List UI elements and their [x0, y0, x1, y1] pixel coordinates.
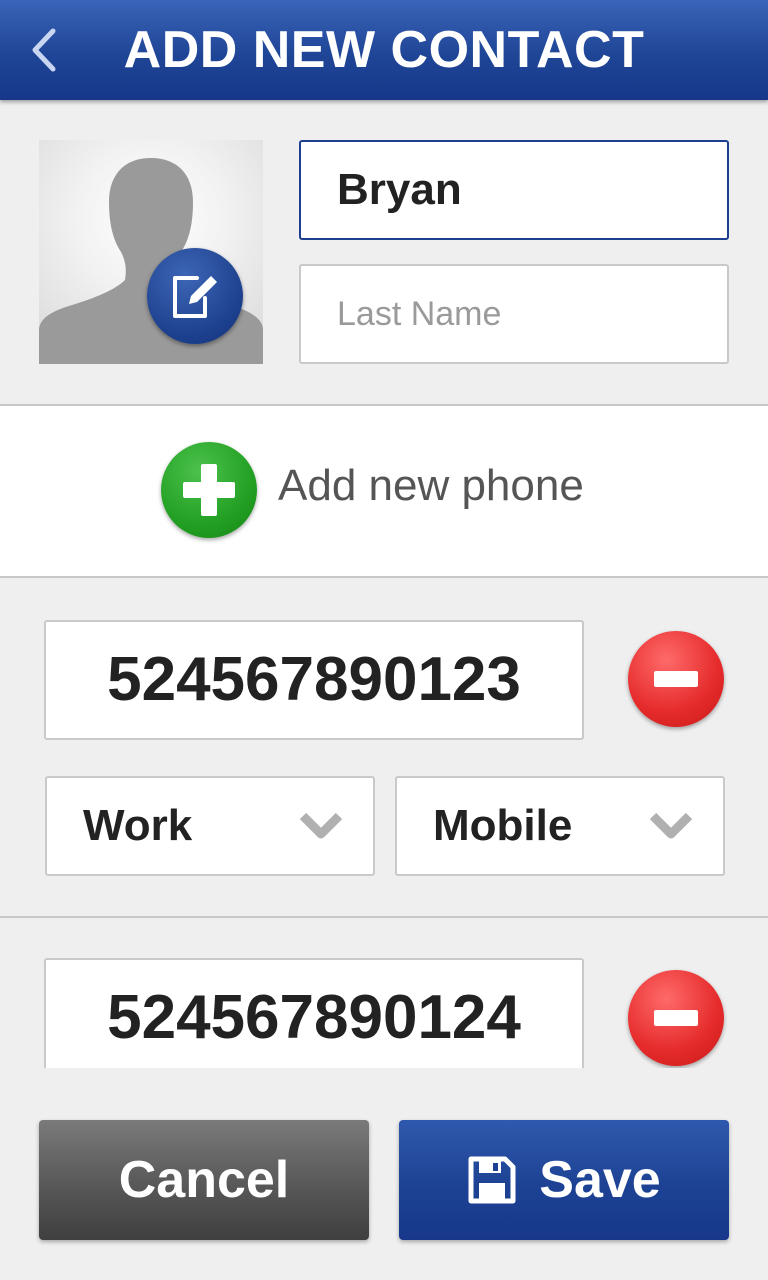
divider: [0, 576, 768, 578]
phone-kind-select[interactable]: Mobile: [395, 776, 725, 876]
phone-list-scroll-area[interactable]: 524567890124: [0, 918, 768, 1068]
chevron-down-icon: [299, 812, 343, 839]
save-button[interactable]: Save: [399, 1120, 729, 1240]
last-name-field[interactable]: Last Name: [299, 264, 729, 364]
floppy-disk-icon: [468, 1156, 516, 1204]
chevron-down-icon: [649, 812, 693, 839]
edit-photo-icon: [173, 276, 217, 318]
cancel-button[interactable]: Cancel: [39, 1120, 369, 1240]
phone-number-field[interactable]: 524567890124: [44, 958, 584, 1068]
phone-type-select[interactable]: Work: [45, 776, 375, 876]
first-name-field[interactable]: Bryan: [299, 140, 729, 240]
minus-icon: [654, 671, 698, 687]
minus-icon: [654, 1010, 698, 1026]
phone-number-field[interactable]: 524567890123: [44, 620, 584, 740]
contact-avatar[interactable]: [39, 140, 263, 364]
remove-phone-button[interactable]: [628, 631, 724, 727]
app-header: ADD NEW CONTACT: [0, 0, 768, 100]
phone-kind-value: Mobile: [433, 801, 573, 850]
person-silhouette-icon: [39, 158, 263, 364]
add-phone-button[interactable]: [161, 442, 257, 538]
add-phone-label[interactable]: Add new phone: [278, 458, 584, 514]
phone-type-value: Work: [83, 801, 193, 850]
remove-phone-button[interactable]: [628, 970, 724, 1066]
page-title: ADD NEW CONTACT: [123, 21, 645, 79]
edit-photo-button[interactable]: [147, 248, 243, 344]
save-label: Save: [539, 1151, 661, 1209]
cancel-label: Cancel: [118, 1151, 290, 1209]
